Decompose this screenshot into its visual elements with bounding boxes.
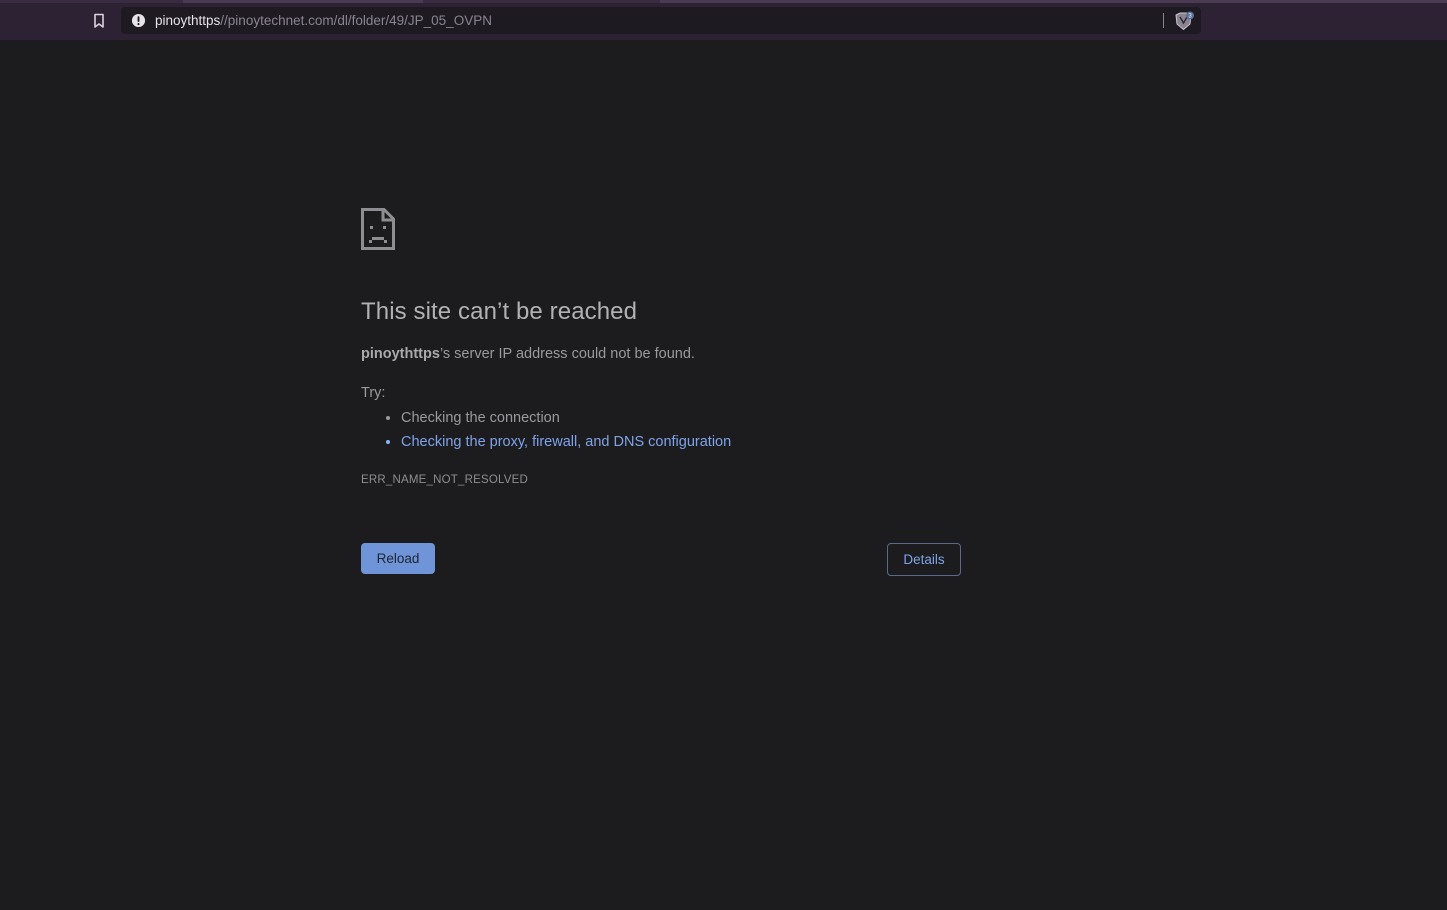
address-bar-divider: [1163, 13, 1164, 28]
tab-strip-edge: [0, 0, 1447, 3]
page-title: This site can’t be reached: [361, 298, 638, 325]
suggestion-check-connection: Checking the connection: [401, 407, 731, 431]
url-host: pinoythttps: [155, 13, 221, 28]
sad-document-icon: [361, 208, 395, 250]
error-description: pinoythttps’s server IP address could no…: [361, 346, 695, 362]
error-code: ERR_NAME_NOT_RESOLVED: [361, 474, 528, 486]
browser-toolbar: pinoythttps//pinoytechnet.com/dl/folder/…: [0, 0, 1447, 40]
bookmark-icon[interactable]: [92, 13, 106, 29]
suggestion-list: Checking the connection Checking the pro…: [361, 407, 731, 455]
url-text[interactable]: pinoythttps//pinoytechnet.com/dl/folder/…: [155, 12, 492, 29]
details-button[interactable]: Details: [887, 543, 961, 576]
suggestion-check-proxy[interactable]: Checking the proxy, firewall, and DNS co…: [401, 431, 731, 455]
suggestion-check-proxy-link[interactable]: Checking the proxy, firewall, and DNS co…: [401, 434, 731, 450]
try-label: Try:: [361, 385, 386, 401]
error-description-text: ’s server IP address could not be found.: [439, 346, 695, 362]
error-host: pinoythttps: [361, 346, 440, 362]
site-info-icon[interactable]: [131, 13, 146, 28]
address-bar[interactable]: pinoythttps//pinoytechnet.com/dl/folder/…: [121, 7, 1201, 34]
url-path: //pinoytechnet.com/dl/folder/49/JP_05_OV…: [220, 13, 492, 28]
reload-button[interactable]: Reload: [361, 543, 435, 574]
brave-shields-icon[interactable]: 3: [1173, 11, 1195, 31]
